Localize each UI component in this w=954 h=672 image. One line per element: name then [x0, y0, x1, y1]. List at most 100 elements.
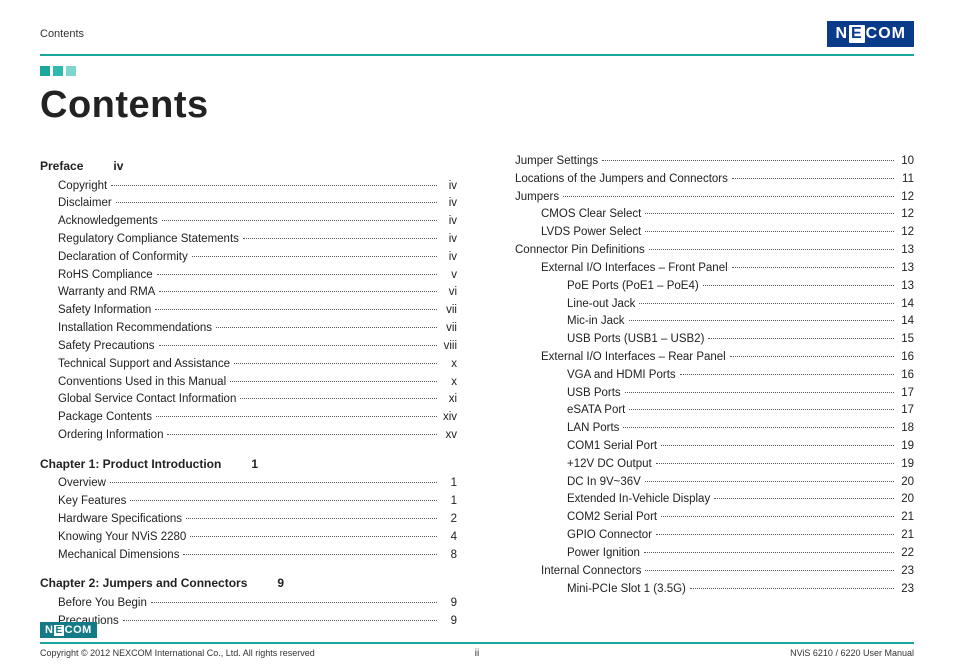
toc-entry-page: v [439, 267, 457, 285]
toc-entry-page: 13 [896, 242, 914, 260]
toc-entry[interactable]: Regulatory Compliance Statementsiv [40, 231, 457, 249]
toc-entry-page: 10 [896, 153, 914, 171]
toc-leader-dots [240, 398, 437, 399]
toc-section-heading[interactable]: Prefaceiv [40, 157, 457, 176]
toc-entry[interactable]: Technical Support and Assistancex [40, 356, 457, 374]
toc-entry[interactable]: Line-out Jack14 [497, 296, 914, 314]
footer-logo-n: N [45, 624, 53, 636]
toc-entry[interactable]: Declaration of Conformityiv [40, 249, 457, 267]
toc-entry-page: 12 [896, 189, 914, 207]
toc-entry-page: 17 [896, 385, 914, 403]
page-footer: NECOM Copyright © 2012 NEXCOM Internatio… [40, 642, 914, 658]
toc-entry[interactable]: Conventions Used in this Manualx [40, 374, 457, 392]
toc-entry-title: Key Features [58, 493, 128, 511]
toc-entry[interactable]: LAN Ports18 [497, 420, 914, 438]
toc-section-page: 1 [251, 455, 258, 474]
toc-entry[interactable]: Internal Connectors23 [497, 563, 914, 581]
toc-entry-title: RoHS Compliance [58, 267, 155, 285]
toc-entry[interactable]: Jumper Settings 10 [497, 153, 914, 171]
toc-entry-page: iv [439, 231, 457, 249]
toc-leader-dots [130, 500, 437, 501]
toc-entry[interactable]: Acknowledgementsiv [40, 213, 457, 231]
toc-entry[interactable]: Warranty and RMAvi [40, 284, 457, 302]
toc-entry-title: Jumper Settings [515, 153, 600, 171]
toc-entry[interactable]: Knowing Your NViS 22804 [40, 529, 457, 547]
toc-entry-title: Conventions Used in this Manual [58, 374, 228, 392]
toc-entry[interactable]: Disclaimeriv [40, 195, 457, 213]
toc-entry[interactable]: Hardware Specifications2 [40, 511, 457, 529]
decorative-squares [40, 66, 914, 76]
toc-entry[interactable]: VGA and HDMI Ports16 [497, 367, 914, 385]
toc-entry[interactable]: Locations of the Jumpers and Connectors1… [497, 171, 914, 189]
toc-entry-title: eSATA Port [567, 402, 627, 420]
toc-entry[interactable]: Package Contentsxiv [40, 409, 457, 427]
toc-entry[interactable]: Ordering Informationxv [40, 427, 457, 445]
toc-entry[interactable]: Installation Recommendationsvii [40, 320, 457, 338]
toc-section-heading[interactable]: Chapter 2: Jumpers and Connectors9 [40, 574, 457, 593]
toc-entry[interactable]: External I/O Interfaces – Rear Panel16 [497, 349, 914, 367]
toc-entry[interactable]: Key Features1 [40, 493, 457, 511]
toc-entry-title: GPIO Connector [567, 527, 654, 545]
toc-entry[interactable]: LVDS Power Select12 [497, 224, 914, 242]
toc-entry-title: Safety Precautions [58, 338, 157, 356]
toc-entry[interactable]: Mechanical Dimensions8 [40, 547, 457, 565]
toc-entry[interactable]: Power Ignition22 [497, 545, 914, 563]
toc-entry-page: 20 [896, 474, 914, 492]
toc-entry[interactable]: COM1 Serial Port19 [497, 438, 914, 456]
toc-entry-title: LAN Ports [567, 420, 621, 438]
toc-entry[interactable]: Jumpers12 [497, 189, 914, 207]
toc-entry-page: 11 [896, 171, 914, 189]
toc-entry-page: 4 [439, 529, 457, 547]
toc-entry[interactable]: COM2 Serial Port21 [497, 509, 914, 527]
toc-leader-dots [703, 285, 894, 286]
toc-entry[interactable]: eSATA Port17 [497, 402, 914, 420]
toc-entry[interactable]: DC In 9V~36V 20 [497, 474, 914, 492]
toc-entry[interactable]: +12V DC Output19 [497, 456, 914, 474]
toc-entry[interactable]: PoE Ports (PoE1 – PoE4)13 [497, 278, 914, 296]
toc-entry[interactable]: Connector Pin Definitions13 [497, 242, 914, 260]
toc-entry-page: xv [439, 427, 457, 445]
toc-entry-title: Power Ignition [567, 545, 642, 563]
toc-entry[interactable]: CMOS Clear Select12 [497, 206, 914, 224]
toc-entry-page: 21 [896, 509, 914, 527]
decorative-square [66, 66, 76, 76]
toc-section-heading[interactable]: Chapter 1: Product Introduction1 [40, 455, 457, 474]
toc-entry-title: COM1 Serial Port [567, 438, 659, 456]
toc-entry-page: viii [439, 338, 457, 356]
toc-entry[interactable]: Mini-PCIe Slot 1 (3.5G)23 [497, 581, 914, 599]
header-section-label: Contents [40, 28, 84, 40]
toc-entry-page: vii [439, 302, 457, 320]
toc-leader-dots [639, 303, 894, 304]
toc-leader-dots [680, 374, 894, 375]
toc-entry[interactable]: Copyrightiv [40, 178, 457, 196]
toc-leader-dots [156, 416, 437, 417]
toc-entry[interactable]: Precautions9 [40, 613, 457, 631]
toc-entry[interactable]: USB Ports17 [497, 385, 914, 403]
page-root: Contents NECOM Contents PrefaceivCopyrig… [0, 0, 954, 672]
toc-entry[interactable]: GPIO Connector21 [497, 527, 914, 545]
toc-entry-title: +12V DC Output [567, 456, 654, 474]
toc-leader-dots [602, 160, 894, 161]
toc-leader-dots [732, 178, 894, 179]
toc-leader-dots [186, 518, 437, 519]
toc-entry-title: CMOS Clear Select [541, 206, 643, 224]
toc-entry[interactable]: RoHS Compliance v [40, 267, 457, 285]
toc-leader-dots [111, 185, 437, 186]
toc-entry[interactable]: Extended In-Vehicle Display20 [497, 491, 914, 509]
toc-entry[interactable]: Safety Informationvii [40, 302, 457, 320]
toc-entry-title: DC In 9V~36V [567, 474, 643, 492]
toc-entry[interactable]: Mic-in Jack14 [497, 313, 914, 331]
toc-entry-title: Warranty and RMA [58, 284, 157, 302]
toc-leader-dots [645, 213, 894, 214]
logo-e: E [849, 25, 865, 43]
toc-entry[interactable]: Before You Begin9 [40, 595, 457, 613]
toc-entry-title: Mic-in Jack [567, 313, 627, 331]
toc-entry[interactable]: USB Ports (USB1 – USB2)15 [497, 331, 914, 349]
toc-entry[interactable]: External I/O Interfaces – Front Panel13 [497, 260, 914, 278]
footer-manual-title: NViS 6210 / 6220 User Manual [790, 648, 914, 658]
toc-entry[interactable]: Safety Precautions viii [40, 338, 457, 356]
toc-entry[interactable]: Global Service Contact Informationxi [40, 391, 457, 409]
footer-copyright: Copyright © 2012 NEXCOM International Co… [40, 648, 315, 658]
toc-entry[interactable]: Overview1 [40, 475, 457, 493]
toc-leader-dots [625, 392, 894, 393]
